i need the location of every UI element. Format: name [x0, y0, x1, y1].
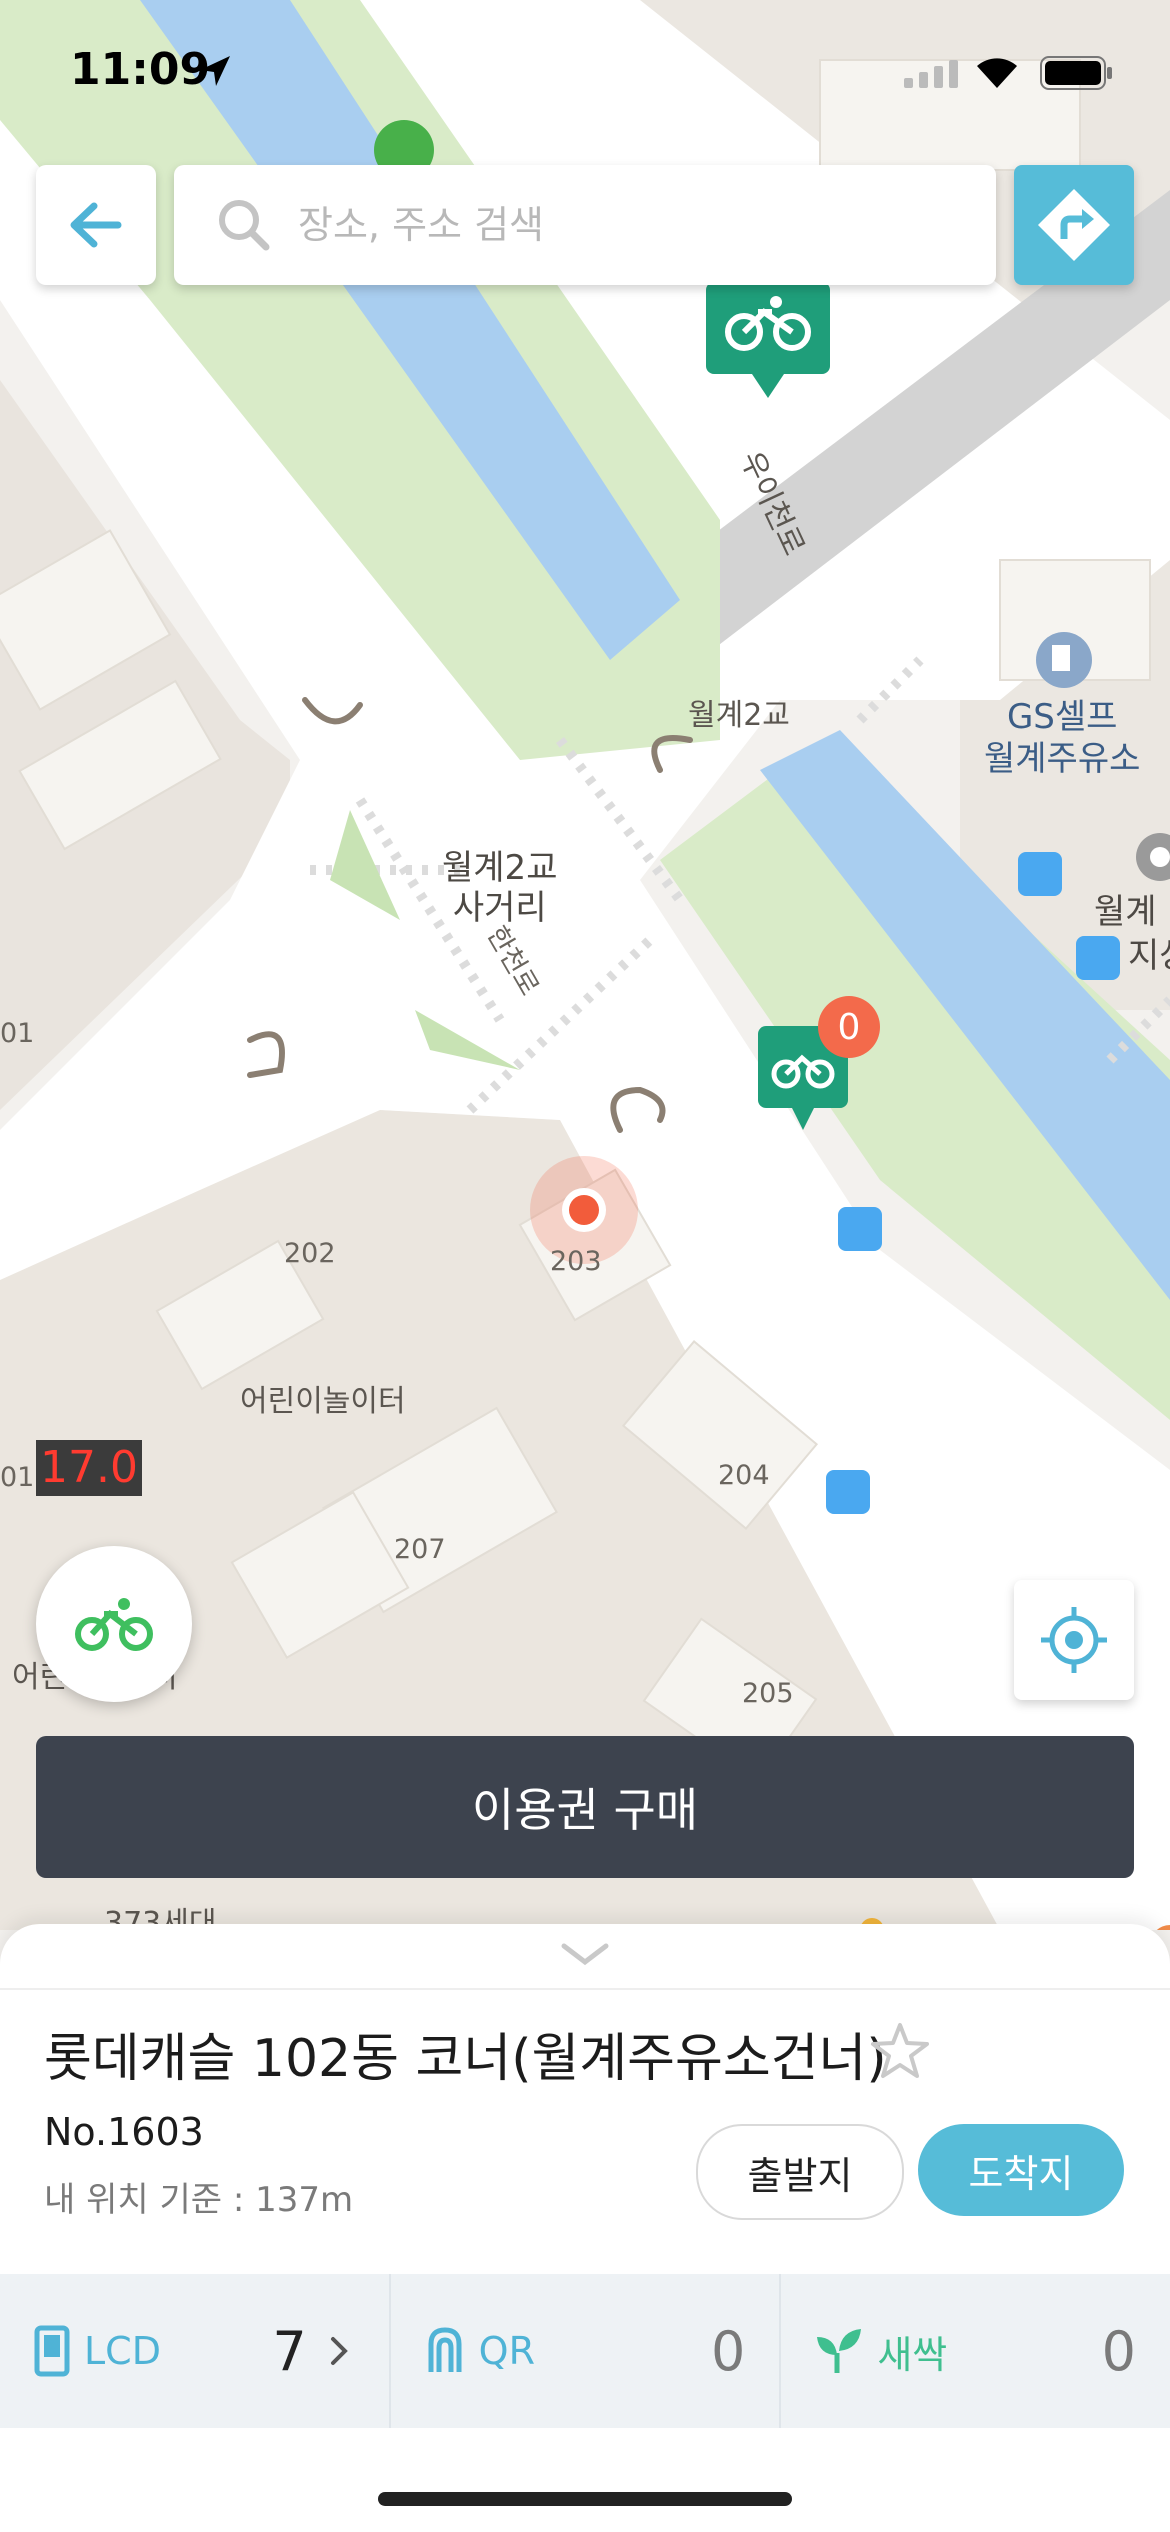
bike-filter-button[interactable] [36, 1546, 192, 1702]
back-button[interactable] [36, 165, 156, 285]
building-label: 203 [550, 1246, 602, 1277]
chevron-down-icon[interactable] [560, 1942, 610, 1970]
set-arrival-button[interactable]: 도착지 [918, 2124, 1124, 2216]
temperature-badge: 17.0 [36, 1440, 142, 1496]
stat-qr: QR 0 [391, 2274, 782, 2428]
status-time: 11:09 [70, 44, 211, 95]
stat-sprout: 새싹 0 [781, 2274, 1170, 2428]
search-bar[interactable] [174, 165, 996, 285]
battery-icon [1040, 56, 1114, 94]
chevron-right-icon [330, 2337, 348, 2365]
building-label: 204 [718, 1460, 770, 1491]
signal-icon [904, 58, 960, 92]
sprout-icon [817, 2329, 862, 2373]
station-distance: 내 위치 기준 : 137m [44, 2180, 354, 2220]
building-label: 01 [0, 1018, 35, 1049]
directions-button[interactable] [1014, 165, 1134, 285]
stat-value: 0 [1101, 2319, 1137, 2383]
search-input[interactable] [296, 202, 940, 248]
stat-label: LCD [84, 2329, 161, 2373]
qr-bike-icon [428, 2327, 462, 2372]
home-indicator[interactable] [378, 2492, 792, 2506]
bike-icon [75, 1598, 153, 1651]
poi-label: 월계 [1094, 892, 1157, 932]
stat-label: QR [478, 2329, 535, 2373]
purchase-ticket-button[interactable]: 이용권 구매 [36, 1736, 1134, 1878]
building-label: 205 [742, 1678, 794, 1709]
location-arrow-icon [196, 54, 232, 94]
intersection-label: 월계2교 사거리 [442, 848, 558, 928]
building-label: 207 [394, 1534, 446, 1565]
wifi-icon [972, 52, 1022, 94]
playground-label: 어린이놀이터 [240, 1384, 406, 1419]
arrow-left-icon [70, 202, 122, 248]
directions-icon [1038, 189, 1110, 261]
stat-value: 0 [710, 2319, 746, 2383]
stat-lcd[interactable]: LCD 7 [0, 2274, 391, 2428]
gas-station-label: GS셀프 월계주유소 [984, 697, 1141, 779]
building-label: 01 [0, 1462, 35, 1493]
stat-label: 새싹 [877, 2332, 948, 2377]
building-label: 202 [284, 1238, 336, 1269]
station-count-badge: 0 [818, 996, 880, 1058]
my-location-button[interactable] [1014, 1580, 1134, 1700]
poi-label: 지상 [1128, 936, 1170, 976]
crosshair-icon [1041, 1607, 1107, 1673]
set-departure-button[interactable]: 출발지 [696, 2124, 904, 2220]
lcd-icon [34, 2325, 70, 2377]
favorite-star-icon[interactable] [870, 2022, 930, 2084]
station-number: No.1603 [44, 2110, 204, 2154]
station-name: 롯데캐슬 102동 코너(월계주유소건너) [44, 2029, 887, 2089]
divider [0, 1988, 1170, 1990]
search-icon [219, 200, 270, 251]
stat-value: 7 [272, 2319, 307, 2383]
bike-availability-stats: LCD 7 QR 0 새싹 0 [0, 2274, 1170, 2428]
bridge-label: 월계2교 [688, 698, 790, 733]
